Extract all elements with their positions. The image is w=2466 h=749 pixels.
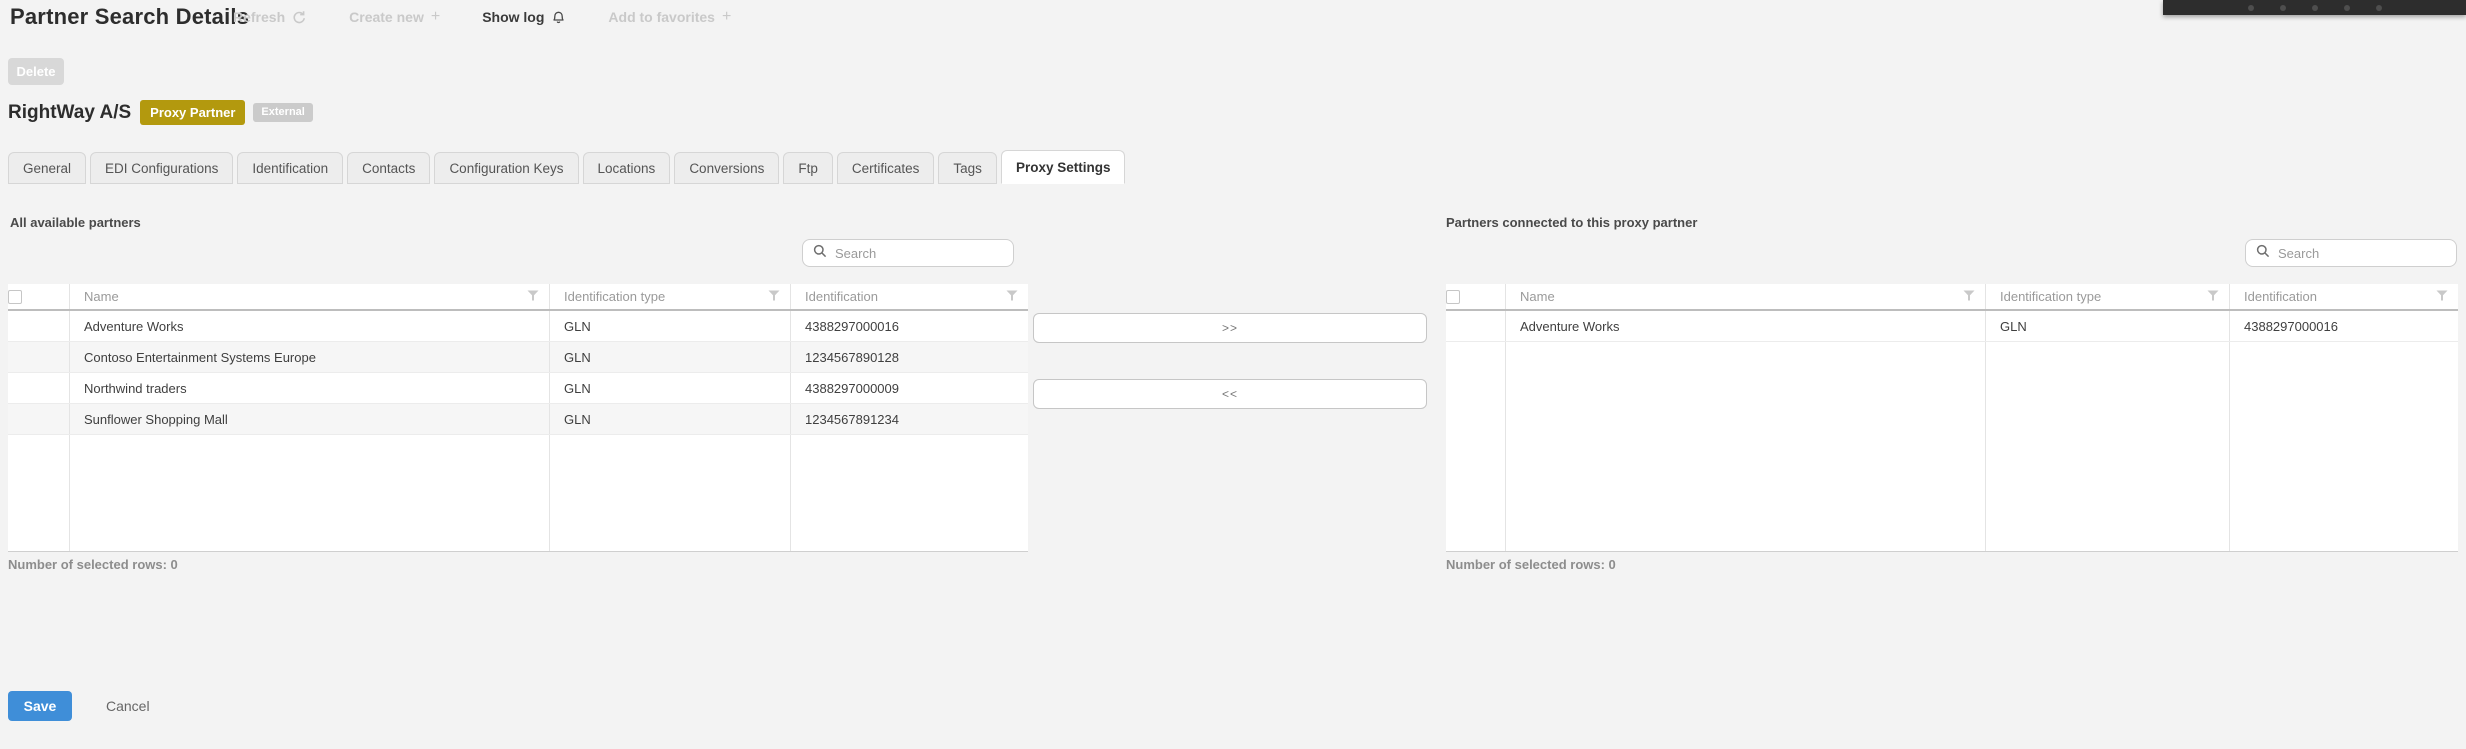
column-header-identification: Identification [2244,289,2317,304]
page-title: Partner Search Details [10,4,250,29]
filter-icon[interactable] [1963,289,1975,304]
available-partners-search[interactable] [802,239,1014,267]
create-new-label: Create new [349,9,424,25]
partner-name-cell: Northwind traders [70,373,550,403]
identification-type-cell: GLN [550,404,791,434]
delete-button[interactable]: Delete [8,58,64,85]
identification-cell: 4388297000009 [805,380,899,396]
identification-cell: 1234567891234 [805,411,899,427]
overlay-icon [2311,4,2318,11]
identification-cell: 1234567890128 [805,349,899,365]
tab-locations[interactable]: Locations [582,152,671,184]
column-header-identification: Identification [805,289,878,304]
table-empty-area [1446,342,2458,551]
save-button[interactable]: Save [8,691,72,721]
connected-partners-search[interactable] [2245,239,2457,267]
overlay-icon [2375,4,2382,11]
refresh-icon [292,10,307,25]
filter-icon[interactable] [2207,289,2219,304]
filter-icon[interactable] [2436,289,2448,304]
table-header: Name Identification type Identification [1446,284,2458,311]
identification-type-cell: GLN [1986,311,2230,341]
selected-rows-count: Number of selected rows: 0 [8,557,178,572]
tab-edi-configurations[interactable]: EDI Configurations [90,152,234,184]
filter-icon[interactable] [527,289,539,304]
tab-identification[interactable]: Identification [237,152,344,184]
table-empty-area [8,435,1028,551]
tab-general[interactable]: General [8,152,87,184]
table-row[interactable]: Sunflower Shopping Mall GLN 123456789123… [8,404,1028,435]
table-header: Name Identification type Identification [8,284,1028,311]
partner-search-details-page: Partner Search Details Refresh Create ne… [0,0,2466,749]
tab-certificates[interactable]: Certificates [836,152,935,184]
external-badge: External [253,103,313,122]
connected-partners-label: Partners connected to this proxy partner [1446,215,1698,230]
connected-partners-table: Name Identification type Identification … [1446,284,2458,552]
tab-tags[interactable]: Tags [938,152,997,184]
search-icon [2256,244,2270,263]
partner-name: RightWay A/S [8,101,132,123]
table-row[interactable]: Contoso Entertainment Systems Europe GLN… [8,342,1028,373]
show-log-button[interactable]: Show log [482,9,566,25]
tab-contacts[interactable]: Contacts [347,152,431,184]
cancel-button[interactable]: Cancel [106,698,150,714]
partner-name-cell: Contoso Entertainment Systems Europe [70,342,550,372]
table-row[interactable]: Adventure Works GLN 4388297000016 [8,311,1028,342]
plus-icon: + [430,8,441,25]
partner-heading: RightWay A/S Proxy Partner External [8,100,313,125]
move-right-button[interactable]: >> [1033,313,1427,343]
tab-conversions[interactable]: Conversions [674,152,780,184]
show-log-label: Show log [482,9,545,25]
available-partners-label: All available partners [10,215,141,230]
table-row[interactable]: Northwind traders GLN 4388297000009 [8,373,1028,404]
partner-name-cell: Adventure Works [70,311,550,341]
selected-rows-count: Number of selected rows: 0 [1446,557,1616,572]
tab-proxy-settings[interactable]: Proxy Settings [1000,150,1126,184]
available-partners-table: Name Identification type Identification … [8,284,1028,552]
screen-overlay-bar [2163,0,2466,15]
add-to-favorites-button[interactable]: Add to favorites + [608,8,732,26]
tab-ftp[interactable]: Ftp [783,152,833,184]
overlay-icon [2343,4,2350,11]
plus-icon: + [721,8,732,25]
filter-icon[interactable] [768,289,780,304]
column-header-name: Name [84,289,119,304]
overlay-icon [2279,4,2286,11]
filter-icon[interactable] [1006,289,1018,304]
overlay-icon [2247,4,2254,11]
column-header-identification-type: Identification type [564,289,666,304]
identification-type-cell: GLN [550,373,791,403]
column-header-name: Name [1520,289,1555,304]
proxy-partner-badge: Proxy Partner [140,100,246,125]
tab-bar: General EDI Configurations Identificatio… [8,150,1129,184]
move-left-button[interactable]: << [1033,379,1427,409]
column-header-identification-type: Identification type [2000,289,2102,304]
table-row[interactable]: Adventure Works GLN 4388297000016 [1446,311,2458,342]
refresh-label: Refresh [233,9,286,25]
bell-icon [551,9,566,25]
search-input[interactable] [835,245,1003,261]
identification-type-cell: GLN [550,342,791,372]
tab-configuration-keys[interactable]: Configuration Keys [434,152,579,184]
select-all-checkbox[interactable] [1446,289,1460,304]
identification-cell: 4388297000016 [2244,318,2338,334]
toolbar: Refresh Create new + Show log Add to fav… [233,8,773,26]
identification-type-cell: GLN [550,311,791,341]
partner-name-cell: Adventure Works [1506,311,1986,341]
refresh-button[interactable]: Refresh [233,9,307,25]
add-to-favorites-label: Add to favorites [608,9,715,25]
partner-name-cell: Sunflower Shopping Mall [70,404,550,434]
select-all-checkbox[interactable] [8,289,22,304]
search-icon [813,244,827,263]
identification-cell: 4388297000016 [805,318,899,334]
search-input[interactable] [2278,245,2446,261]
create-new-button[interactable]: Create new + [349,8,441,26]
